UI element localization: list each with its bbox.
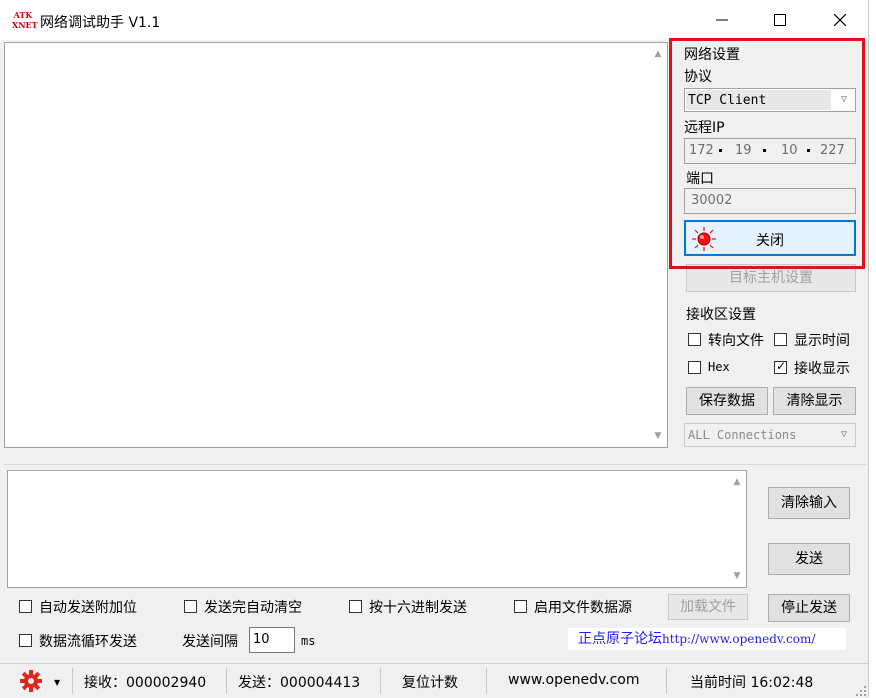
close-icon [834,14,846,26]
hex-checkbox[interactable] [688,361,701,374]
show-time-checkbox[interactable] [774,333,787,346]
chevron-down-icon[interactable]: ▽ [837,428,851,442]
connections-value: ALL Connections [688,428,797,442]
show-receive-label: 接收显示 [794,361,850,377]
divider [4,464,866,465]
sent-count: 发送：000004413 [238,675,361,691]
auto-clear-checkbox[interactable] [184,600,197,613]
clear-display-button[interactable]: 清除显示 [773,387,856,415]
close-window-button[interactable] [820,8,860,34]
forum-link[interactable]: 正点原子论坛http://www.openedv.com/ [568,628,846,650]
status-separator [226,668,227,694]
minimize-icon [716,19,728,21]
website-label: www.openedv.com [508,672,640,688]
auto-append-label: 自动发送附加位 [39,600,137,616]
interval-unit: ms [301,634,316,648]
scroll-down-icon[interactable]: ▼ [653,431,663,441]
file-source-label: 启用文件数据源 [534,600,632,616]
interval-value: 10 [253,632,270,647]
stop-send-button[interactable]: 停止发送 [768,594,850,622]
window-title: 网络调试助手 V1.1 [40,15,161,31]
receive-textarea[interactable]: ▲ ▼ [4,42,668,448]
loop-send-checkbox[interactable] [19,634,32,647]
forum-link-text: 正点原子论坛 [578,631,662,647]
current-time: 当前时间 16:02:48 [690,675,814,691]
hex-send-label: 按十六进制发送 [369,600,467,616]
to-file-label: 转向文件 [708,333,764,349]
clear-input-button[interactable]: 清除输入 [768,487,850,519]
show-time-label: 显示时间 [794,333,850,349]
loop-send-label: 数据流循环发送 [39,634,137,650]
status-separator [72,668,73,694]
forum-link-url: http://www.openedv.com/ [662,632,816,646]
auto-clear-label: 发送完自动清空 [204,600,302,616]
maximize-icon [774,14,786,26]
received-count: 接收：000002940 [84,675,207,691]
resize-grip-icon[interactable] [856,686,866,696]
minimize-button[interactable] [702,8,742,34]
load-file-button[interactable]: 加载文件 [668,594,748,620]
network-settings-highlight [669,38,865,269]
maximize-button[interactable] [760,8,800,34]
hex-send-checkbox[interactable] [349,600,362,613]
status-bar: ▼ 接收：000002940 发送：000004413 复位计数 www.ope… [0,663,868,698]
interval-input[interactable]: 10 [249,627,295,653]
save-data-button[interactable]: 保存数据 [686,387,768,415]
status-separator [380,668,381,694]
status-separator [486,668,487,694]
receive-settings-label: 接收区设置 [686,307,756,323]
connections-select[interactable]: ALL Connections ▽ [684,423,856,447]
file-source-checkbox[interactable] [514,600,527,613]
reset-count-button[interactable]: 复位计数 [402,672,458,692]
dropdown-arrow-icon[interactable]: ▼ [54,678,60,687]
auto-append-checkbox[interactable] [19,600,32,613]
status-separator [666,668,667,694]
scroll-down-icon[interactable]: ▼ [732,571,742,581]
scroll-up-icon[interactable]: ▲ [653,49,663,59]
app-window: ATK XNET 网络调试助手 V1.1 ▲ ▼ 网络设置 协议 TCP Cli… [0,0,869,698]
hex-label: Hex [708,360,730,374]
interval-label: 发送间隔 [182,634,238,650]
gear-icon[interactable] [20,670,42,692]
to-file-checkbox[interactable] [688,333,701,346]
receive-scrollbar[interactable]: ▲ ▼ [649,43,667,447]
send-button[interactable]: 发送 [768,543,850,575]
show-receive-checkbox[interactable] [774,359,787,374]
scroll-up-icon[interactable]: ▲ [732,477,742,487]
send-textarea[interactable]: ▲ ▼ [7,470,747,588]
title-bar[interactable]: ATK XNET 网络调试助手 V1.1 [0,0,868,40]
send-scrollbar[interactable]: ▲ ▼ [728,471,746,587]
app-logo-icon: ATK XNET [12,10,38,30]
